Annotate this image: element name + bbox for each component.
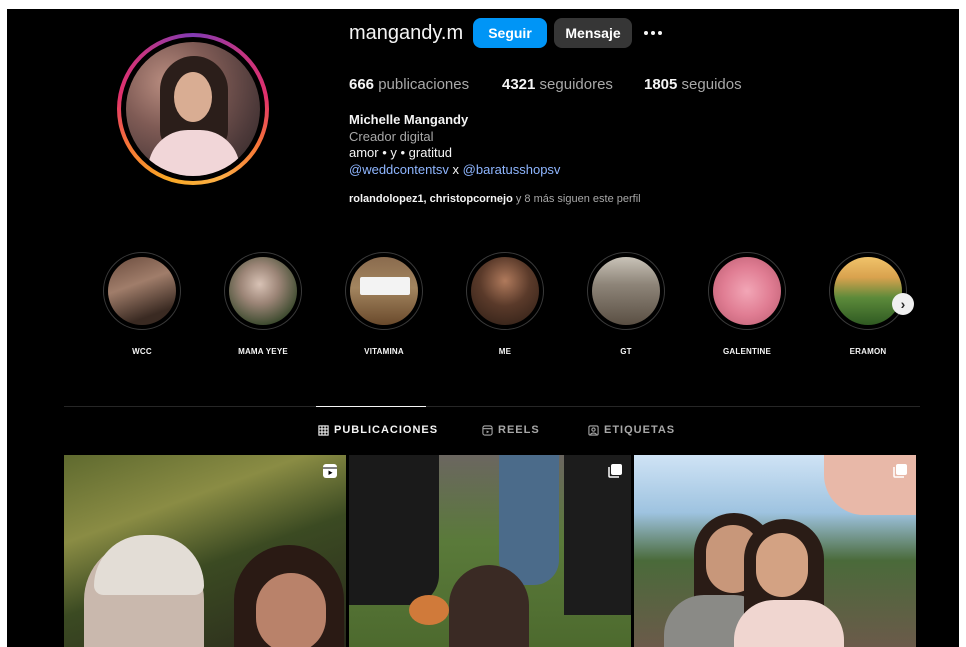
highlight-galentine[interactable]: GALENTINE — [707, 252, 787, 356]
carousel-icon — [608, 464, 622, 478]
highlight-me[interactable]: ME — [465, 252, 545, 356]
posts-count: 666 publicaciones — [349, 76, 470, 93]
bio-separator: x — [452, 161, 460, 177]
post-tile[interactable] — [349, 455, 631, 647]
highlights-next-icon[interactable]: › — [892, 293, 914, 315]
active-tab-indicator — [316, 406, 426, 407]
reels-icon — [323, 464, 337, 478]
tabs-divider — [64, 406, 920, 407]
followers-count[interactable]: 4321 seguidores — [502, 76, 613, 93]
profile-avatar[interactable] — [117, 33, 269, 185]
profile-username: mangandy.m — [349, 22, 464, 44]
grid-icon — [318, 424, 329, 436]
bio-link-baratusshopsv[interactable]: @baratusshopsv — [463, 162, 561, 177]
tab-publicaciones[interactable]: PUBLICACIONES — [318, 424, 438, 436]
bio-link-weddcontentsv[interactable]: @weddcontentsv — [349, 162, 449, 177]
full-name: Michelle Mangandy — [349, 112, 469, 127]
bio-text: amor • y • gratitud — [349, 145, 453, 160]
profile-bio: Michelle Mangandy Creador digital amor •… — [349, 112, 560, 178]
following-count[interactable]: 1805 seguidos — [644, 76, 742, 93]
profile-page: mangandy.m Seguir Mensaje 666 publicacio… — [7, 9, 959, 647]
followed-by[interactable]: rolandolopez1, christopcornejo y 8 más s… — [349, 193, 641, 205]
tab-etiquetas[interactable]: ETIQUETAS — [588, 424, 675, 436]
follow-button[interactable]: Seguir — [473, 18, 547, 48]
tagged-icon — [588, 424, 599, 436]
more-options-icon[interactable] — [644, 23, 668, 43]
carousel-icon — [893, 464, 907, 478]
profile-category: Creador digital — [349, 128, 434, 144]
post-tile[interactable] — [64, 455, 346, 647]
reels-icon — [482, 424, 493, 436]
post-tile[interactable] — [634, 455, 916, 647]
highlight-mama-yeye[interactable]: MAMA YEYE — [223, 252, 303, 356]
tab-reels[interactable]: REELS — [482, 424, 540, 436]
highlight-wcc[interactable]: WCC — [102, 252, 182, 356]
message-button[interactable]: Mensaje — [554, 18, 632, 48]
highlight-vitamina[interactable]: VITAMINA — [344, 252, 424, 356]
highlight-gt[interactable]: GT — [586, 252, 666, 356]
